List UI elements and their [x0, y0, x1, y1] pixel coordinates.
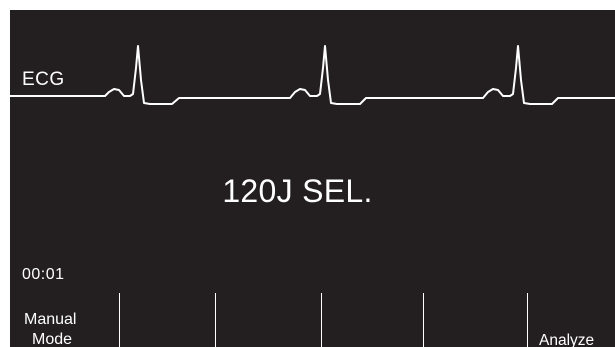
- softkey-manual-mode-line2: Mode: [32, 331, 73, 347]
- softkey-manual-mode-line1: Manual: [24, 311, 77, 328]
- softkey-4[interactable]: [322, 293, 424, 347]
- softkey-manual-mode[interactable]: Manual Mode: [10, 293, 120, 347]
- softkey-3[interactable]: [216, 293, 322, 347]
- softkey-2[interactable]: [120, 293, 216, 347]
- softkey-analyze-label: Analyze: [539, 332, 595, 347]
- ecg-waveform: [10, 45, 615, 105]
- softkey-5[interactable]: [424, 293, 528, 347]
- defibrillator-screen: ECG 120J SEL. 00:01 Manual Mode Analyze: [10, 10, 615, 347]
- elapsed-time: 00:01: [22, 266, 65, 283]
- energy-selected-message: 120J SEL.: [222, 173, 373, 209]
- softkey-analyze[interactable]: Analyze: [528, 293, 615, 347]
- ecg-lead-label: ECG: [22, 69, 65, 90]
